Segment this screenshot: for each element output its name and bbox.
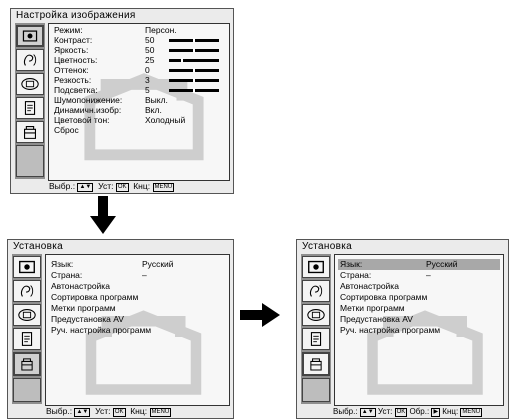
- screen-icon[interactable]: [302, 304, 330, 326]
- sound-icon[interactable]: [16, 49, 44, 71]
- settings-panel: Язык: Русский Страна: – Автонастройка Сорт…: [45, 254, 230, 406]
- setting-row-av-preset[interactable]: Предустановка AV: [49, 314, 226, 325]
- empty-icon-slot: [302, 378, 330, 402]
- level-bar[interactable]: [169, 38, 219, 43]
- menu-title: Установка: [302, 241, 352, 252]
- setting-row-reset[interactable]: Сброс: [52, 125, 226, 136]
- setting-row-program-sorting[interactable]: Сортировка программ: [49, 292, 226, 303]
- down-arrow-icon: [90, 196, 116, 234]
- setup-icon[interactable]: [16, 121, 44, 143]
- menu-key-icon: MENU: [152, 183, 175, 192]
- setting-row-language[interactable]: Язык: Русский: [338, 259, 500, 270]
- level-bar[interactable]: [169, 88, 219, 93]
- empty-icon-slot: [16, 145, 44, 177]
- picture-icon[interactable]: [16, 25, 44, 47]
- screen-icon[interactable]: [13, 304, 41, 326]
- right-key-icon: ▶: [431, 408, 441, 417]
- settings-panel: Язык: Русский Страна: – Автонастройка Сорт…: [334, 254, 504, 406]
- setting-row-manual-tuning[interactable]: Руч. настройка программ: [49, 325, 226, 336]
- status-bar: Выбр.: ▲▼ Уст: OK Кнц: MENU: [46, 406, 172, 417]
- status-bar: Выбр.: ▲▼ Уст: OK Обр.: ▶ Кнц: MENU: [333, 407, 483, 417]
- setting-row-auto-tuning[interactable]: Автонастройка: [49, 281, 226, 292]
- status-bar: Выбр.: ▲▼ Уст: OK Кнц: MENU: [49, 181, 175, 192]
- empty-icon-slot: [13, 378, 41, 402]
- sound-icon[interactable]: [302, 280, 330, 302]
- setting-row-manual-tuning[interactable]: Руч. настройка программ: [338, 325, 500, 336]
- menu-key-icon: MENU: [460, 408, 483, 417]
- picture-icon[interactable]: [13, 256, 41, 278]
- setup-menu-left: Установка Язык: Русский Страна: – Автонаст…: [7, 239, 234, 419]
- settings-panel: Режим: Персон. Контраст: 50 Яркость: 50 Цве…: [48, 23, 230, 181]
- updown-key-icon: ▲▼: [77, 183, 94, 192]
- setup-menu-right: Установка Язык: Русский Страна: – Автонаст…: [296, 239, 509, 419]
- ok-key-icon: OK: [112, 408, 126, 417]
- menu-title: Настройка изображения: [16, 10, 136, 21]
- setting-row-av-preset[interactable]: Предустановка AV: [338, 314, 500, 325]
- setting-row-program-sorting[interactable]: Сортировка программ: [338, 292, 500, 303]
- menu-key-icon: MENU: [149, 408, 172, 417]
- setup-icon[interactable]: [302, 352, 330, 376]
- level-bar[interactable]: [169, 78, 219, 83]
- icon-column: [12, 254, 42, 404]
- level-bar[interactable]: [169, 68, 219, 73]
- picture-icon[interactable]: [302, 256, 330, 278]
- setting-row-country[interactable]: Страна: –: [338, 270, 500, 281]
- menu-title: Установка: [13, 241, 63, 252]
- features-icon[interactable]: [13, 328, 41, 350]
- picture-settings-menu: Настройка изображения Режим: Персон. Конт…: [10, 8, 234, 194]
- setting-row-auto-tuning[interactable]: Автонастройка: [338, 281, 500, 292]
- sound-icon[interactable]: [13, 280, 41, 302]
- setting-row-language[interactable]: Язык: Русский: [49, 259, 226, 270]
- level-bar[interactable]: [169, 58, 219, 63]
- ok-key-icon: OK: [394, 408, 408, 417]
- setting-row-program-labels[interactable]: Метки программ: [49, 303, 226, 314]
- ok-key-icon: OK: [115, 183, 129, 192]
- icon-column: [301, 254, 331, 404]
- setting-row-program-labels[interactable]: Метки программ: [338, 303, 500, 314]
- features-icon[interactable]: [302, 328, 330, 350]
- screen-icon[interactable]: [16, 73, 44, 95]
- updown-key-icon: ▲▼: [74, 408, 91, 417]
- features-icon[interactable]: [16, 97, 44, 119]
- setup-icon[interactable]: [13, 352, 41, 376]
- right-arrow-icon: [240, 303, 280, 327]
- updown-key-icon: ▲▼: [359, 408, 376, 417]
- setting-row-country[interactable]: Страна: –: [49, 270, 226, 281]
- icon-column: [15, 23, 45, 179]
- level-bar[interactable]: [169, 48, 219, 53]
